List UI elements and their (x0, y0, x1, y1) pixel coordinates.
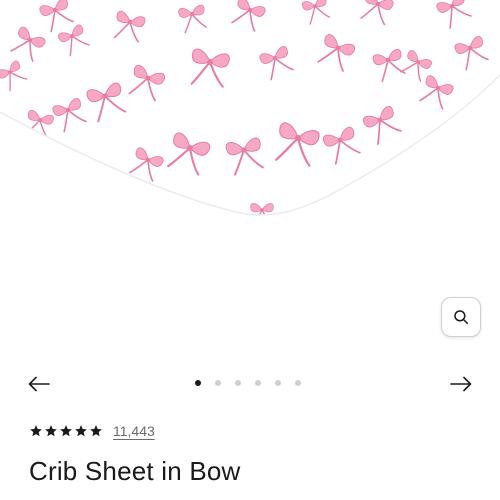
star-icon (45, 425, 57, 437)
gallery-dot[interactable] (255, 380, 261, 386)
star-icon (60, 425, 72, 437)
star-icon (30, 425, 42, 437)
crib-sheet-image (0, 0, 500, 216)
next-image-button[interactable] (449, 372, 473, 396)
gallery-dot[interactable] (235, 380, 241, 386)
star-icon (90, 425, 102, 437)
gallery-dot[interactable] (295, 380, 301, 386)
review-count-link[interactable]: 11,443 (113, 423, 155, 439)
star-icon (75, 425, 87, 437)
product-image-gallery[interactable] (0, 0, 500, 350)
arrow-left-icon (28, 376, 50, 392)
product-title: Crib Sheet in Bow (29, 456, 241, 486)
rating-summary: 11,443 (29, 421, 155, 441)
arrow-right-icon (450, 376, 472, 392)
gallery-dots (195, 380, 301, 388)
search-icon (454, 310, 469, 325)
gallery-navigation (0, 368, 500, 400)
gallery-dot[interactable] (275, 380, 281, 386)
zoom-button[interactable] (441, 297, 481, 337)
star-rating (29, 424, 103, 438)
previous-image-button[interactable] (27, 372, 51, 396)
gallery-dot[interactable] (215, 380, 221, 386)
gallery-dot[interactable] (195, 380, 201, 386)
